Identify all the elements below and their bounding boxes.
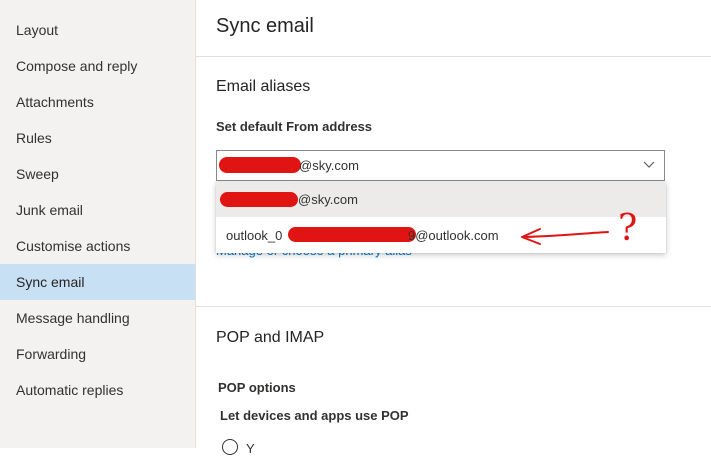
alias-option-label: @sky.com <box>298 192 358 207</box>
pop-imap-heading: POP and IMAP <box>216 329 325 346</box>
sidebar-item-message-handling[interactable]: Message handling <box>0 300 195 336</box>
dropdown-selected-value: @sky.com <box>299 158 359 173</box>
settings-main-pane: Sync email Email aliases Set default Fro… <box>196 0 711 456</box>
page-title: Sync email <box>216 15 314 37</box>
default-from-label: Set default From address <box>216 119 373 134</box>
pop-options-label: POP options <box>218 380 296 395</box>
alias-option-prefix: outlook_0 <box>226 228 283 243</box>
sidebar-item-sync-email[interactable]: Sync email <box>0 264 195 300</box>
sidebar-item-forwarding[interactable]: Forwarding <box>0 336 195 372</box>
sidebar-item-junk-email[interactable]: Junk email <box>0 192 195 228</box>
default-from-dropdown[interactable]: @sky.com <box>216 150 665 181</box>
redaction-mark <box>220 192 298 207</box>
alias-option-outlook[interactable]: outlook_0 9@outlook.com <box>216 218 666 253</box>
sidebar-item-customise-actions[interactable]: Customise actions <box>0 228 195 264</box>
redaction-mark <box>288 227 416 242</box>
pop-yes-radio[interactable] <box>222 439 238 455</box>
sidebar-item-rules[interactable]: Rules <box>0 120 195 156</box>
alias-option-sky[interactable]: @sky.com <box>216 182 666 217</box>
alias-option-suffix: 9@outlook.com <box>408 228 499 243</box>
sidebar-item-automatic-replies[interactable]: Automatic replies <box>0 372 195 408</box>
section-divider <box>196 306 711 307</box>
sidebar-item-sweep[interactable]: Sweep <box>0 156 195 192</box>
sidebar-item-compose-and-reply[interactable]: Compose and reply <box>0 48 195 84</box>
title-divider <box>196 56 711 57</box>
redaction-mark <box>219 157 301 173</box>
chevron-down-icon <box>643 161 655 168</box>
let-devices-use-pop-label: Let devices and apps use POP <box>220 408 409 423</box>
sidebar-item-attachments[interactable]: Attachments <box>0 84 195 120</box>
pop-yes-radio-label: Y <box>246 441 255 456</box>
alias-dropdown-menu: @sky.com outlook_0 9@outlook.com <box>216 182 666 253</box>
settings-sidebar: Layout Compose and reply Attachments Rul… <box>0 0 196 448</box>
sidebar-item-layout[interactable]: Layout <box>0 12 195 48</box>
email-aliases-heading: Email aliases <box>216 78 311 95</box>
